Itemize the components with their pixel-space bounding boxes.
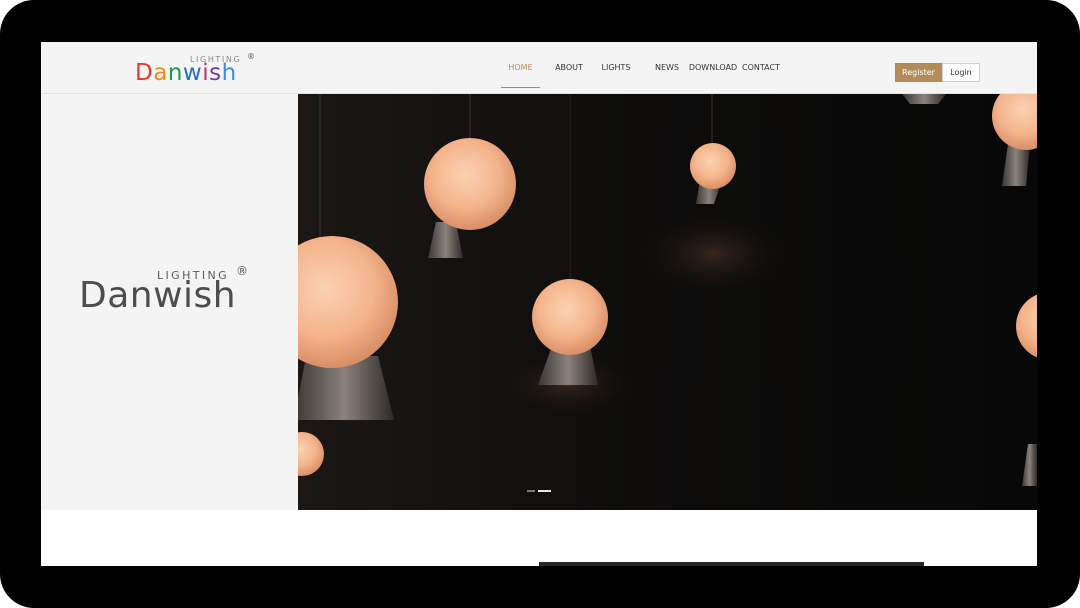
large-brand-logo: LIGHTING Danwish ®	[79, 264, 249, 319]
large-logo-wordmark: Danwish	[79, 275, 237, 316]
auth-buttons: Register Login	[895, 63, 980, 82]
logo-letter: s	[209, 60, 222, 86]
section-image-top-edge	[539, 562, 924, 566]
device-bezel: LIGHTING Danwish ® HOME ABOUT LIGHTS NEW…	[0, 0, 1080, 608]
nav-item-contact[interactable]: CONTACT	[741, 42, 781, 92]
logo-letter: D	[135, 60, 154, 86]
logo-letter: h	[221, 60, 237, 86]
logo-letter: w	[182, 60, 203, 86]
hero-image-pendant-lamps	[298, 94, 1037, 510]
logo-letter: n	[167, 60, 183, 86]
registered-mark: ®	[247, 52, 255, 61]
content-section	[41, 510, 1037, 566]
nav-item-home[interactable]: HOME	[501, 42, 540, 92]
slider-dot-1[interactable]	[527, 490, 535, 492]
site-logo[interactable]: LIGHTING Danwish ®	[135, 52, 261, 86]
login-button[interactable]: Login	[941, 63, 980, 82]
register-button[interactable]: Register	[895, 63, 942, 82]
logo-letter: a	[153, 60, 168, 86]
browser-viewport: LIGHTING Danwish ® HOME ABOUT LIGHTS NEW…	[41, 42, 1037, 566]
brand-panel: LIGHTING Danwish ®	[41, 94, 298, 510]
site-header: LIGHTING Danwish ® HOME ABOUT LIGHTS NEW…	[41, 42, 1037, 94]
hero-slider[interactable]	[298, 94, 1037, 510]
large-registered-mark: ®	[236, 264, 248, 278]
slider-dot-2[interactable]	[538, 490, 551, 492]
nav-item-about[interactable]: ABOUT	[550, 42, 588, 92]
nav-item-download[interactable]: DOWNLOAD	[687, 42, 739, 92]
main-nav: HOME ABOUT LIGHTS NEWS DOWNLOAD CONTACT	[501, 42, 781, 92]
nav-item-news[interactable]: NEWS	[647, 42, 687, 92]
logo-wordmark: Danwish	[135, 62, 237, 85]
slider-pagination	[527, 490, 551, 492]
nav-item-lights[interactable]: LIGHTS	[599, 42, 633, 92]
